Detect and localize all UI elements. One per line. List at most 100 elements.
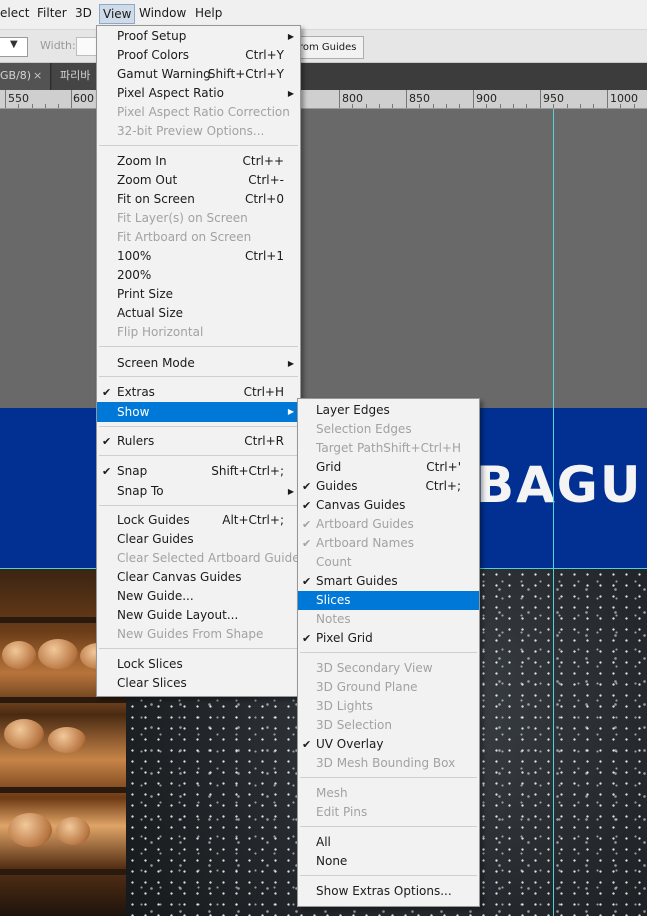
menu-item-count: Count bbox=[316, 555, 352, 569]
tab-label: 파리바 bbox=[60, 69, 91, 82]
menu-item-proof-colors[interactable]: Proof Colors Ctrl+Y bbox=[97, 46, 300, 65]
menu-item-actual-size[interactable]: Actual Size bbox=[97, 304, 300, 323]
submenu-arrow-icon: ▶ bbox=[287, 407, 294, 416]
slices-from-guides-button[interactable]: rom Guides bbox=[290, 36, 364, 59]
menu-separator bbox=[99, 426, 298, 427]
menu-item-pixel-aspect-ratio[interactable]: Pixel Aspect Ratio ▶ bbox=[97, 84, 300, 103]
checkmark-icon: ✔ bbox=[302, 575, 312, 588]
menu-item-snap-to[interactable]: Snap To ▶ bbox=[97, 482, 300, 501]
checkmark-icon: ✔ bbox=[302, 499, 312, 512]
menu-item-uv-overlay[interactable]: ✔ UV Overlay bbox=[298, 735, 479, 754]
menu-item-grid[interactable]: Grid Ctrl+' bbox=[298, 458, 479, 477]
menu-item-3d-ground-plane: 3D Ground Plane bbox=[316, 680, 418, 694]
menu-view[interactable]: View bbox=[99, 4, 136, 24]
menu-item-new-guides-from-shape: New Guides From Shape bbox=[117, 627, 264, 641]
menu-item-edit-pins: Edit Pins bbox=[316, 805, 368, 819]
checkmark-icon: ✔ bbox=[102, 435, 112, 448]
menu-3d[interactable]: 3D bbox=[75, 6, 92, 20]
menu-item-selection-edges: Selection Edges bbox=[316, 422, 412, 436]
menu-item-3d-secondary-view: 3D Secondary View bbox=[316, 661, 433, 675]
menu-separator bbox=[300, 652, 477, 653]
menu-item-gamut-warning[interactable]: Gamut Warning Shift+Ctrl+Y bbox=[97, 65, 300, 84]
menu-item-proof-setup[interactable]: Proof Setup ▶ bbox=[97, 27, 300, 46]
submenu-arrow-icon: ▶ bbox=[287, 359, 294, 368]
menu-separator bbox=[99, 346, 298, 347]
menu-item-32bit-preview-options: 32-bit Preview Options... bbox=[117, 124, 265, 138]
submenu-arrow-icon: ▶ bbox=[287, 32, 294, 41]
menu-item-flip-horizontal: Flip Horizontal bbox=[117, 325, 204, 339]
menu-item-lock-slices[interactable]: Lock Slices bbox=[97, 655, 300, 674]
submenu-arrow-icon: ▶ bbox=[287, 89, 294, 98]
menu-item-artboard-names: ✔ Artboard Names bbox=[298, 534, 479, 553]
menu-item-pixel-aspect-ratio-correction: Pixel Aspect Ratio Correction bbox=[117, 105, 290, 119]
banner-text: BAGU bbox=[476, 456, 643, 514]
menu-item-smart-guides[interactable]: ✔ Smart Guides bbox=[298, 572, 479, 591]
view-menu: Proof Setup ▶ Proof Colors Ctrl+Y Gamut Wa… bbox=[96, 25, 306, 697]
checkmark-icon: ✔ bbox=[302, 738, 312, 751]
menu-item-zoom-in[interactable]: Zoom In Ctrl++ bbox=[97, 152, 300, 171]
show-submenu: Layer Edges Selection Edges Target Path S… bbox=[297, 398, 480, 907]
menu-item-extras[interactable]: ✔ Extras Ctrl+H bbox=[97, 383, 300, 402]
style-select[interactable]: ▼ bbox=[0, 37, 28, 57]
menu-item-lock-guides[interactable]: Lock Guides Alt+Ctrl+; bbox=[97, 511, 300, 530]
menu-separator bbox=[99, 648, 298, 649]
menu-item-rulers[interactable]: ✔ Rulers Ctrl+R bbox=[97, 432, 300, 451]
menu-item-3d-selection: 3D Selection bbox=[316, 718, 392, 732]
menu-item-guides[interactable]: ✔ Guides Ctrl+; bbox=[298, 477, 479, 496]
menu-separator bbox=[300, 826, 477, 827]
vertical-guide[interactable] bbox=[553, 109, 554, 916]
chevron-down-icon: ▼ bbox=[10, 39, 18, 50]
menu-item-zoom-out[interactable]: Zoom Out Ctrl+- bbox=[97, 171, 300, 190]
menu-item-print-size[interactable]: Print Size bbox=[97, 285, 300, 304]
menu-item-fit-layers-on-screen: Fit Layer(s) on Screen bbox=[117, 211, 248, 225]
menu-item-clear-guides[interactable]: Clear Guides bbox=[97, 530, 300, 549]
close-icon[interactable]: × bbox=[33, 63, 42, 88]
checkmark-icon: ✔ bbox=[302, 537, 312, 550]
menu-item-new-guide-layout[interactable]: New Guide Layout... bbox=[97, 606, 300, 625]
tab-document-1[interactable]: GB/8) × bbox=[0, 63, 51, 90]
checkmark-icon: ✔ bbox=[102, 465, 112, 478]
menu-window[interactable]: Window bbox=[139, 6, 186, 20]
menu-item-3d-lights: 3D Lights bbox=[316, 699, 373, 713]
menu-separator bbox=[99, 145, 298, 146]
menu-item-snap[interactable]: ✔ Snap Shift+Ctrl+; bbox=[97, 462, 300, 481]
checkmark-icon: ✔ bbox=[302, 518, 312, 531]
menu-item-clear-selected-artboard-guides: Clear Selected Artboard Guides bbox=[117, 551, 306, 565]
menu-item-clear-slices[interactable]: Clear Slices bbox=[97, 674, 300, 693]
menu-item-layer-edges[interactable]: Layer Edges bbox=[298, 401, 479, 420]
checkmark-icon: ✔ bbox=[102, 386, 112, 399]
menu-item-new-guide[interactable]: New Guide... bbox=[97, 587, 300, 606]
menu-item-show[interactable]: Show ▶ bbox=[97, 402, 300, 422]
menu-help[interactable]: Help bbox=[195, 6, 222, 20]
menu-item-200-percent[interactable]: 200% bbox=[97, 266, 300, 285]
menu-item-all[interactable]: All bbox=[298, 833, 479, 852]
checkmark-icon: ✔ bbox=[302, 632, 312, 645]
menu-separator bbox=[99, 505, 298, 506]
width-label: Width: bbox=[40, 39, 76, 52]
menu-item-100-percent[interactable]: 100% Ctrl+1 bbox=[97, 247, 300, 266]
menu-item-fit-artboard-on-screen: Fit Artboard on Screen bbox=[117, 230, 252, 244]
menu-item-notes: Notes bbox=[316, 612, 351, 626]
menu-item-none[interactable]: None bbox=[298, 852, 479, 871]
menu-item-slices[interactable]: Slices bbox=[298, 591, 479, 610]
menu-filter[interactable]: Filter bbox=[37, 6, 67, 20]
menu-item-screen-mode[interactable]: Screen Mode ▶ bbox=[97, 354, 300, 373]
checkmark-icon: ✔ bbox=[302, 480, 312, 493]
menu-separator bbox=[300, 875, 477, 876]
menu-item-artboard-guides: ✔ Artboard Guides bbox=[298, 515, 479, 534]
menu-item-pixel-grid[interactable]: ✔ Pixel Grid bbox=[298, 629, 479, 648]
menu-separator bbox=[300, 777, 477, 778]
menu-item-mesh: Mesh bbox=[316, 786, 348, 800]
menu-select[interactable]: elect bbox=[0, 6, 29, 20]
menu-item-target-path: Target Path Shift+Ctrl+H bbox=[316, 441, 461, 455]
menu-item-show-extras-options[interactable]: Show Extras Options... bbox=[298, 882, 479, 901]
menu-separator bbox=[99, 376, 298, 377]
menu-item-fit-on-screen[interactable]: Fit on Screen Ctrl+0 bbox=[97, 190, 300, 209]
menu-item-canvas-guides[interactable]: ✔ Canvas Guides bbox=[298, 496, 479, 515]
menu-separator bbox=[99, 455, 298, 456]
submenu-arrow-icon: ▶ bbox=[287, 487, 294, 496]
menu-item-3d-mesh-bounding-box: 3D Mesh Bounding Box bbox=[316, 756, 456, 770]
menu-item-clear-canvas-guides[interactable]: Clear Canvas Guides bbox=[97, 568, 300, 587]
ruler-label: 600 bbox=[73, 92, 94, 105]
tab-label: GB/8) bbox=[0, 69, 32, 82]
